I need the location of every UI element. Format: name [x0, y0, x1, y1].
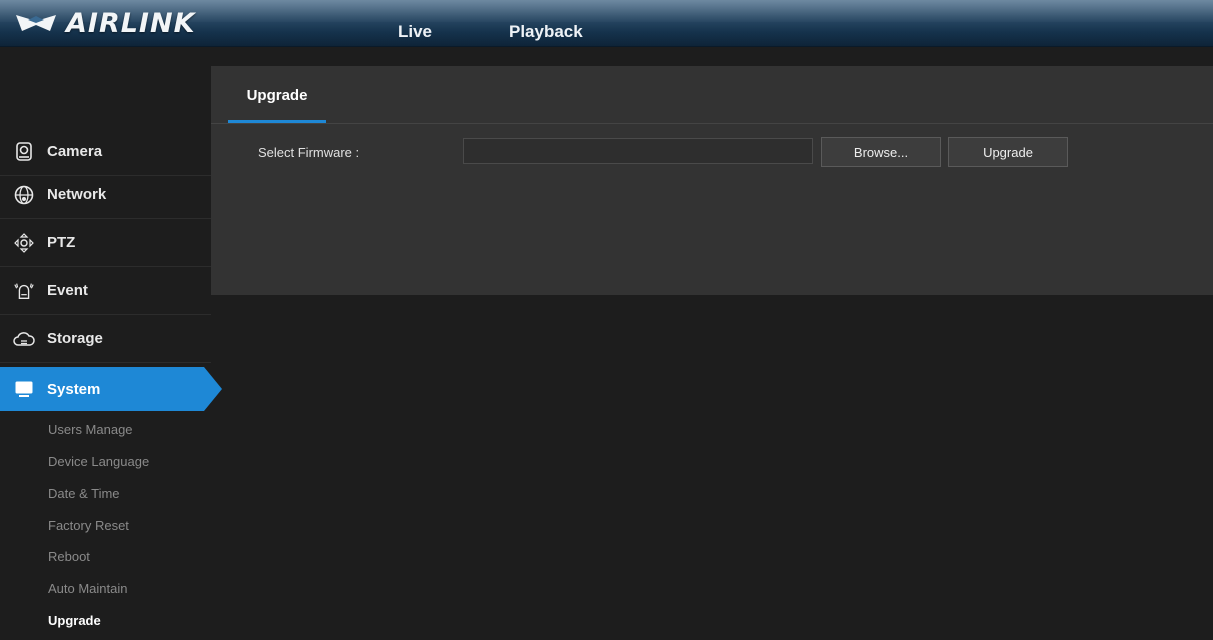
upgrade-button[interactable]: Upgrade [948, 137, 1068, 167]
tab-upgrade[interactable]: Upgrade [228, 66, 326, 124]
subnav-reboot[interactable]: Reboot [48, 549, 90, 564]
sidebar-item-label: PTZ [47, 234, 76, 251]
top-header: AIRLINK Live Playback [0, 0, 1213, 47]
subnav-date-time[interactable]: Date & Time [48, 486, 120, 501]
sidebar-item-label: System [47, 380, 101, 398]
sidebar-item-label: Event [47, 282, 88, 299]
sidebar-item-label: Camera [47, 143, 103, 160]
nav-live[interactable]: Live [398, 22, 432, 42]
cloud-icon [13, 328, 35, 350]
camera-icon [13, 141, 35, 163]
logo-text: AIRLINK [66, 7, 196, 39]
sidebar: Camera Network PTZ Event Storage System … [0, 47, 222, 640]
subnav-device-language[interactable]: Device Language [48, 454, 149, 469]
subnav-upgrade[interactable]: Upgrade [48, 613, 101, 628]
alarm-icon [13, 280, 35, 302]
panel-tab-bar: Upgrade [211, 66, 1213, 124]
sidebar-item-storage[interactable]: Storage [0, 315, 211, 363]
brand-logo: AIRLINK [14, 7, 196, 39]
globe-icon [13, 184, 35, 206]
nav-playback[interactable]: Playback [509, 22, 583, 42]
active-tab-indicator [228, 120, 326, 123]
firmware-path-field[interactable] [463, 138, 813, 164]
sidebar-item-system[interactable]: System [0, 367, 222, 411]
sidebar-item-ptz[interactable]: PTZ [0, 219, 211, 267]
sidebar-item-network[interactable]: Network [0, 171, 211, 219]
airlink-logo-icon [16, 15, 56, 31]
subnav-auto-maintain[interactable]: Auto Maintain [48, 581, 128, 596]
sidebar-item-label: Storage [47, 330, 103, 347]
sidebar-item-label: Network [47, 186, 107, 203]
select-firmware-label: Select Firmware : [258, 145, 360, 160]
upgrade-panel: Upgrade Select Firmware : Browse... Upgr… [211, 66, 1213, 295]
ptz-icon [13, 232, 35, 254]
subnav-factory-reset[interactable]: Factory Reset [48, 518, 129, 533]
browse-button[interactable]: Browse... [821, 137, 941, 167]
subnav-users-manage[interactable]: Users Manage [48, 422, 133, 437]
monitor-icon [13, 378, 35, 400]
sidebar-item-camera[interactable]: Camera [0, 128, 211, 176]
sidebar-item-event[interactable]: Event [0, 267, 211, 315]
